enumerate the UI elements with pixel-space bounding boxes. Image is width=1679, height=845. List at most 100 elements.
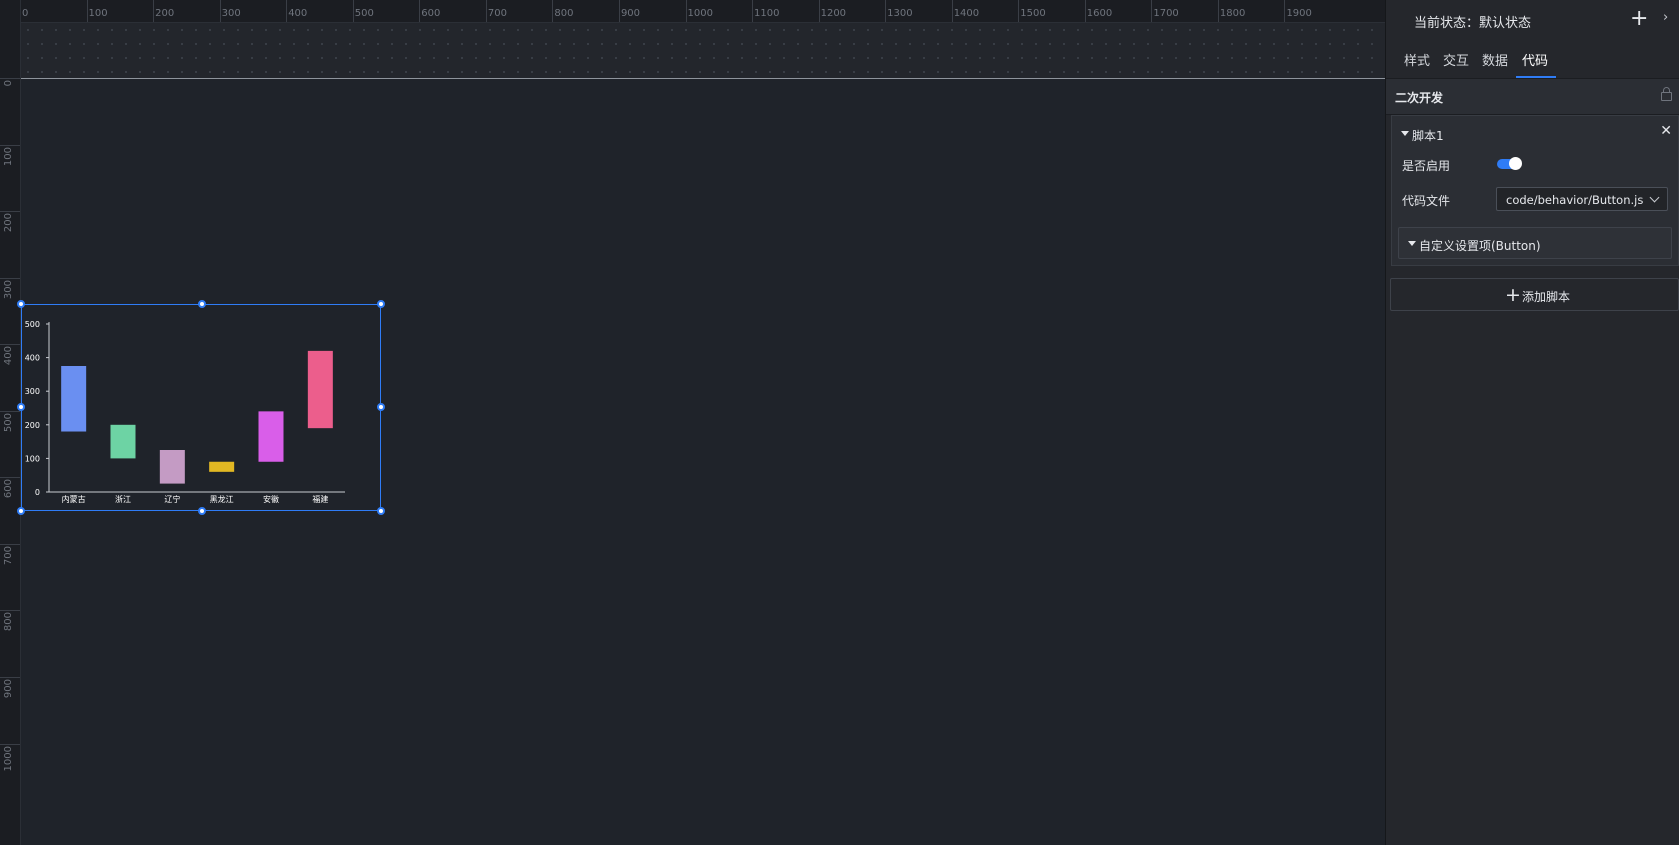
ruler-tick-label: 800 [554, 8, 574, 19]
ruler-tick: 1100 [752, 0, 780, 22]
ruler-tick-label: 0 [3, 80, 14, 87]
ruler-tick-label: 900 [620, 8, 641, 19]
ruler-tick-label: 1000 [687, 8, 713, 19]
ruler-tick-label: 1600 [1086, 8, 1113, 19]
x-tick-label: 辽宁 [164, 494, 180, 504]
bar-0 [61, 366, 87, 432]
section-title: 二次开发 [1395, 91, 1444, 105]
ruler-tick: 900 [0, 676, 20, 698]
ruler-tick: 800 [552, 0, 573, 22]
resize-handle-left[interactable] [17, 403, 25, 411]
vertical-ruler: 0 100 200 300 400 500 600 700 800 900 1000 [0, 0, 21, 845]
ruler-tick-label: 400 [3, 346, 14, 366]
tab-code[interactable]: 代码 [1522, 50, 1548, 69]
resize-handle-bottom-right[interactable] [377, 507, 385, 515]
ruler-tick-label: 100 [3, 146, 14, 166]
ruler-tick-label: 400 [288, 8, 308, 19]
ruler-tick-label: 200 [155, 8, 175, 19]
script-card: 脚本1 ✕ 是否启用 代码文件 code/behavior/Button.js … [1391, 115, 1679, 266]
ruler-tick-label: 500 [354, 8, 374, 19]
ruler-tick-label: 1900 [1286, 8, 1312, 19]
lock-icon[interactable] [1661, 87, 1672, 101]
resize-handle-bottom-left[interactable] [17, 507, 25, 515]
ruler-tick: 600 [419, 0, 440, 22]
custom-settings-label: 自定义设置项(Button) [1419, 239, 1541, 253]
ruler-tick: 200 [0, 211, 20, 232]
active-tab-indicator [1516, 76, 1556, 78]
ruler-tick-label: 300 [3, 279, 14, 299]
ruler-tick-label: 800 [3, 612, 14, 632]
x-tick-label: 安徽 [263, 494, 279, 504]
caret-down-icon [1408, 241, 1416, 246]
enable-toggle[interactable] [1497, 157, 1522, 170]
ruler-tick: 1700 [1151, 0, 1179, 22]
y-tick-label: 400 [25, 354, 40, 363]
x-tick-label: 福建 [312, 494, 328, 504]
close-icon[interactable]: ✕ [1660, 123, 1672, 139]
ruler-tick-label: 1000 [3, 745, 14, 771]
ruler-tick-label: 100 [88, 8, 108, 19]
ruler-tick: 300 [0, 277, 20, 299]
y-tick-label: 200 [25, 421, 40, 430]
ruler-tick-label: 1500 [1020, 8, 1046, 19]
script-title: 脚本1 [1412, 129, 1444, 143]
ruler-tick-label: 1400 [953, 8, 980, 19]
ruler-tick-label: 0 [22, 8, 29, 19]
bar-4 [258, 411, 284, 462]
resize-handle-top-left[interactable] [17, 300, 25, 308]
ruler-tick: 0 [0, 78, 20, 86]
plus-icon[interactable]: + [1630, 6, 1648, 32]
ruler-tick-label: 1100 [754, 8, 780, 19]
ruler-tick-label: 1800 [1219, 8, 1246, 19]
tab-style[interactable]: 样式 [1404, 50, 1430, 69]
current-state-label: 当前状态：默认状态 [1414, 16, 1532, 31]
script-header[interactable]: 脚本1 ✕ [1392, 116, 1678, 150]
canvas-offstage-area [21, 23, 1385, 78]
resize-handle-top[interactable] [198, 300, 206, 308]
ruler-tick: 1500 [1018, 0, 1046, 22]
x-tick-label: 内蒙古 [62, 494, 86, 504]
resize-handle-top-right[interactable] [377, 300, 385, 308]
ruler-tick-label: 900 [3, 678, 14, 699]
bar-1 [110, 424, 136, 459]
ruler-tick: 100 [86, 0, 108, 22]
resize-handle-bottom[interactable] [198, 507, 206, 515]
ruler-tick-label: 200 [3, 213, 14, 233]
ruler-tick: 600 [0, 477, 20, 498]
tab-data[interactable]: 数据 [1482, 50, 1508, 69]
ruler-tick-label: 1700 [1153, 8, 1179, 19]
ruler-tick: 1300 [885, 0, 913, 22]
ruler-tick: 700 [485, 0, 507, 22]
add-script-button[interactable]: + 添加脚本 [1390, 278, 1679, 311]
ruler-tick: 1400 [951, 0, 979, 22]
bar-5 [307, 350, 333, 429]
ruler-tick: 1900 [1284, 0, 1312, 22]
chevron-down-icon [1649, 192, 1660, 203]
chevron-right-icon[interactable]: › [1663, 10, 1668, 25]
tab-interaction[interactable]: 交互 [1443, 50, 1469, 69]
ruler-tick: 900 [618, 0, 640, 22]
resize-handle-right[interactable] [377, 403, 385, 411]
ruler-tick: 200 [153, 0, 174, 22]
code-file-label: 代码文件 [1402, 194, 1451, 208]
ruler-tick: 1000 [0, 743, 20, 771]
chart-widget-selected[interactable]: 0 100 200 300 400 500 内蒙古 浙江 辽宁 黑龙江 安徽 福建 [17, 300, 385, 515]
ruler-tick: 300 [219, 0, 241, 22]
ruler-tick-label: 600 [3, 479, 14, 499]
ruler-tick: 1600 [1084, 0, 1112, 22]
horizontal-ruler: 0 100 200 300 400 500 600 700 800 900 1000 1100 1200… [0, 0, 1385, 23]
plus-icon: + [1505, 284, 1521, 306]
ruler-tick: 500 [0, 410, 20, 432]
y-tick-label: 100 [25, 454, 40, 463]
section-header: 二次开发 [1386, 79, 1679, 115]
ruler-tick: 700 [0, 543, 20, 565]
code-file-select[interactable]: code/behavior/Button.js [1496, 187, 1668, 211]
ruler-tick-label: 1300 [887, 8, 913, 19]
caret-down-icon [1401, 131, 1409, 136]
ruler-tick: 800 [0, 610, 20, 631]
y-tick-label: 500 [25, 320, 40, 329]
ruler-tick-label: 1200 [820, 8, 847, 19]
y-tick-label: 0 [35, 488, 40, 497]
custom-settings-collapse[interactable]: 自定义设置项(Button) [1398, 227, 1672, 259]
x-tick-label: 浙江 [115, 494, 131, 504]
